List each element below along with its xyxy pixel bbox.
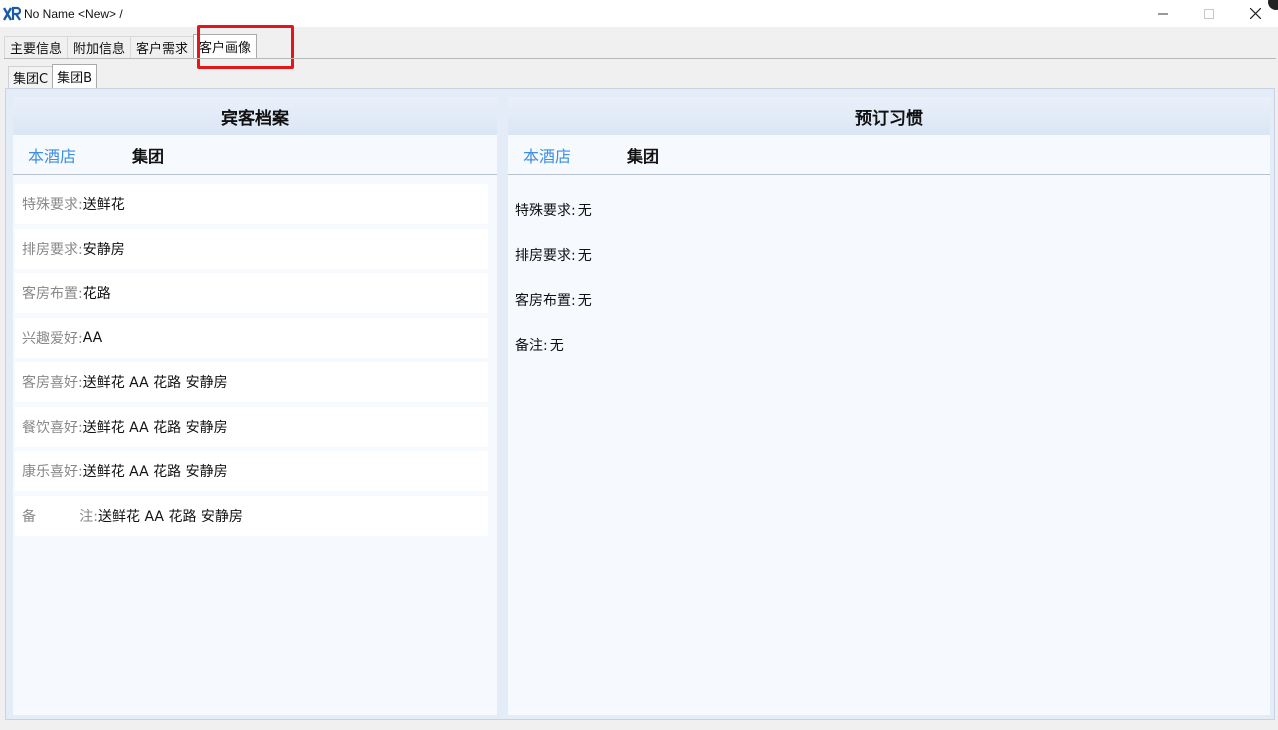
- habit-row: 特殊要求: 无: [515, 187, 1270, 232]
- tab-main-info[interactable]: 主要信息: [4, 36, 69, 58]
- field-label: 餐饮喜好:: [22, 419, 83, 436]
- guest-field-row: 康乐喜好: 送鲜花 AA 花路 安静房: [15, 451, 488, 491]
- field-label: 客房喜好:: [22, 375, 83, 391]
- booking-habits-tab-hotel[interactable]: 本酒店: [523, 143, 627, 167]
- habit-row: 备注: 无: [515, 322, 1270, 367]
- tab-customer-profile[interactable]: 客户画像: [193, 34, 258, 58]
- tab-additional-info[interactable]: 附加信息: [67, 36, 132, 58]
- content-area: 宾客档案 本酒店 集团 特殊要求: 送鲜花 排房要求: 安静房 客房布置: 花路: [5, 88, 1275, 720]
- habit-label: 排房要求:: [515, 247, 576, 264]
- field-value: 送鲜花: [82, 197, 125, 213]
- field-value: 安静房: [82, 241, 125, 258]
- habit-label: 客房布置:: [515, 292, 576, 309]
- guest-field-row: 客房喜好: 送鲜花 AA 花路 安静房: [15, 362, 488, 402]
- booking-habits-tabs: 本酒店 集团: [508, 135, 1270, 175]
- guest-profile-tab-hotel[interactable]: 本酒店: [28, 143, 132, 167]
- remark-label: 备 注:: [22, 508, 98, 525]
- title-bar: No Name <New> /: [0, 0, 1278, 27]
- field-value: 送鲜花 AA 花路 安静房: [82, 419, 228, 436]
- guest-profile-fields: 特殊要求: 送鲜花 排房要求: 安静房 客房布置: 花路 兴趣爱好: AA 客房…: [13, 175, 497, 536]
- habit-label: 备注:: [515, 337, 548, 354]
- guest-profile-title: 宾客档案: [13, 97, 497, 135]
- field-label: 排房要求:: [22, 241, 83, 258]
- minimize-button[interactable]: [1140, 0, 1186, 27]
- app-logo-icon: [2, 4, 22, 24]
- maximize-button[interactable]: [1186, 0, 1232, 27]
- guest-profile-tab-group[interactable]: 集团: [132, 143, 164, 167]
- guest-field-row: 兴趣爱好: AA: [15, 317, 488, 358]
- habit-row: 客房布置: 无: [515, 277, 1270, 322]
- field-value: AA: [82, 329, 103, 346]
- guest-field-row: 客房布置: 花路: [15, 273, 488, 313]
- window-controls: [1140, 0, 1278, 27]
- guest-profile-tabs: 本酒店 集团: [13, 135, 497, 175]
- field-label: 特殊要求:: [22, 197, 83, 213]
- sub-tab-bar: 集团C 集团B: [8, 64, 97, 88]
- application-window: No Name <New> / 主要信息 附加信息 客户需求 客户画像 集团C …: [0, 0, 1278, 730]
- habit-value: 无: [577, 292, 592, 309]
- guest-profile-panel: 宾客档案 本酒店 集团 特殊要求: 送鲜花 排房要求: 安静房 客房布置: 花路: [13, 97, 497, 715]
- booking-habits-title: 预订习惯: [508, 97, 1270, 135]
- habit-label: 特殊要求:: [515, 202, 576, 219]
- field-value: 花路: [82, 286, 111, 302]
- booking-habits-panel: 预订习惯 本酒店 集团 特殊要求: 无 排房要求: 无 客房布置: 无 备注: …: [508, 97, 1270, 715]
- close-icon: [1249, 8, 1261, 19]
- subtab-group-b[interactable]: 集团B: [52, 64, 97, 88]
- tab-divider: [4, 58, 1276, 59]
- field-label: 兴趣爱好:: [22, 330, 83, 347]
- guest-field-row: 特殊要求: 送鲜花: [15, 184, 488, 224]
- habit-value: 无: [549, 337, 564, 354]
- window-title: No Name <New> /: [24, 6, 123, 21]
- field-label: 客房布置:: [22, 286, 83, 302]
- habit-value: 无: [577, 202, 592, 219]
- remark-value: 送鲜花 AA 花路 安静房: [98, 508, 243, 525]
- habit-row: 排房要求: 无: [515, 232, 1270, 277]
- guest-field-row: 餐饮喜好: 送鲜花 AA 花路 安静房: [15, 406, 488, 447]
- tab-customer-needs[interactable]: 客户需求: [130, 36, 195, 58]
- booking-habits-fields: 特殊要求: 无 排房要求: 无 客房布置: 无 备注: 无: [508, 175, 1270, 367]
- main-tab-bar: 主要信息 附加信息 客户需求 客户画像: [4, 34, 258, 58]
- guest-field-row: 排房要求: 安静房: [15, 228, 488, 269]
- field-value: 送鲜花 AA 花路 安静房: [82, 464, 228, 480]
- minimize-icon: [1158, 13, 1168, 14]
- field-label: 康乐喜好:: [22, 464, 83, 480]
- subtab-group-c[interactable]: 集团C: [8, 66, 54, 88]
- field-value: 送鲜花 AA 花路 安静房: [82, 375, 228, 391]
- habit-value: 无: [577, 247, 592, 264]
- booking-habits-tab-group[interactable]: 集团: [627, 143, 659, 167]
- guest-remark-row: 备 注: 送鲜花 AA 花路 安静房: [15, 495, 488, 536]
- maximize-icon: [1204, 8, 1214, 19]
